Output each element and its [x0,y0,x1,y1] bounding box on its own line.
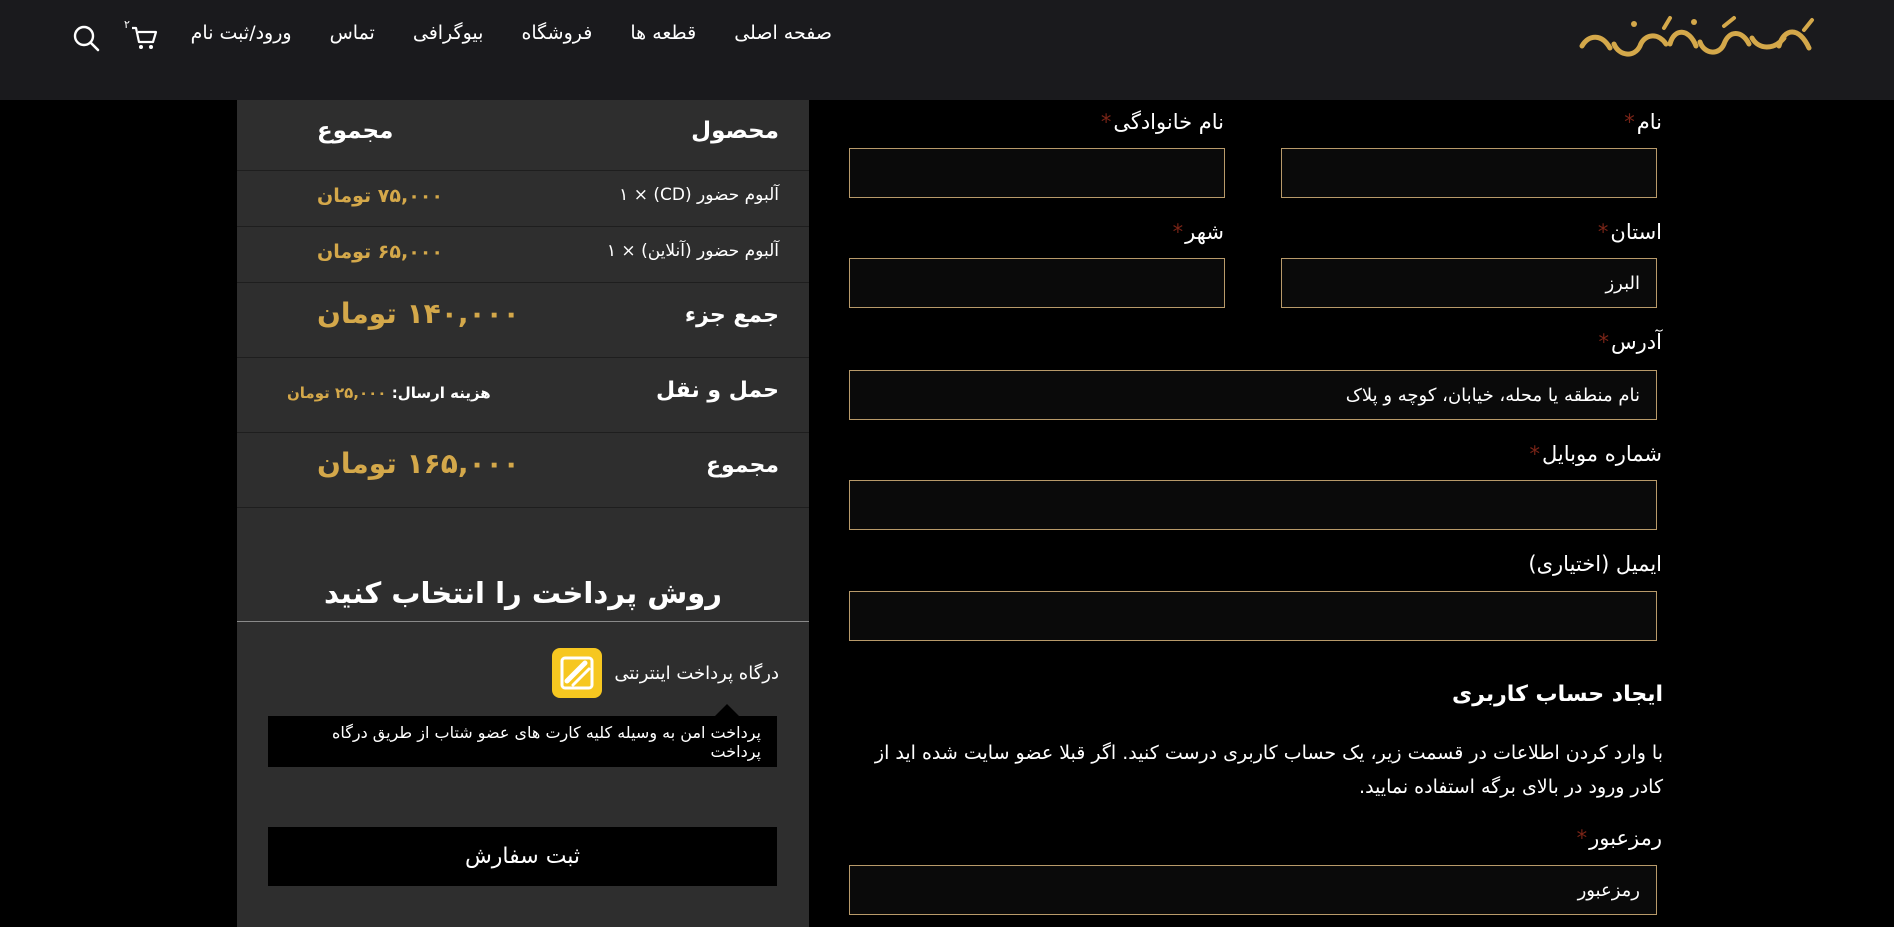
subtotal-row: جمع جزء ۱۴۰,۰۰۰ تومان [237,283,809,358]
zarinpal-icon [560,656,594,690]
order-table-header: محصول مجموع [237,100,809,171]
product-price: ۷۵,۰۰۰ تومان [317,185,443,207]
province-select[interactable]: البرز [1281,258,1657,308]
gateway-description: پرداخت امن به وسیله کلیه کارت های عضو شت… [268,704,777,767]
required-mark: * [1597,220,1609,244]
total-column-header: مجموع [317,118,394,144]
city-label: شهر* [1172,220,1224,244]
cart-count-badge: ۲ [124,18,130,31]
nav-biography[interactable]: بیوگرافی [413,22,484,44]
required-mark: * [1172,220,1184,244]
required-mark: * [1576,826,1588,850]
payment-method-title: روش پرداخت را انتخاب کنید [324,576,722,610]
shipping-cost-value: ۲۵,۰۰۰ تومان [287,384,387,402]
total-value: ۱۶۵,۰۰۰ تومان [317,447,520,480]
shipping-label: حمل و نقل [656,378,779,403]
shipping-cost-label: هزینه ارسال: [391,384,491,402]
password-field[interactable]: رمزعبور [849,865,1657,915]
mobile-field[interactable] [849,480,1657,530]
city-field[interactable] [849,258,1225,308]
place-order-button[interactable]: ثبت سفارش [268,827,777,886]
cart-button[interactable]: ۲ [124,18,158,52]
main-nav: صفحه اصلی قطعه ها فروشگاه بیوگرافی تماس … [191,22,832,44]
email-label: ایمیل (اختیاری) [1528,552,1662,576]
shipping-cost: هزینه ارسال: ۲۵,۰۰۰ تومان [287,384,491,402]
nav-login-register[interactable]: ورود/ثبت نام [191,22,292,44]
table-row: آلبوم حضور (CD) × ۱ ۷۵,۰۰۰ تومان [237,171,809,227]
first-name-label: نام* [1624,110,1662,134]
site-logo[interactable] [1574,8,1824,68]
product-price: ۶۵,۰۰۰ تومان [317,241,443,263]
table-row: آلبوم حضور (آنلاین) × ۱ ۶۵,۰۰۰ تومان [237,227,809,283]
payment-gateway-option[interactable]: درگاه پرداخت اینترنتی [552,648,779,698]
nav-pieces[interactable]: قطعه ها [630,22,696,44]
billing-form: نام* نام خانوادگی* استان* البرز شهر* آدر… [849,100,1663,927]
last-name-field[interactable] [849,148,1225,198]
search-icon [73,25,100,52]
address-field[interactable]: نام منطقه یا محله، خیابان، کوچه و پلاک [849,370,1657,420]
first-name-field[interactable] [1281,148,1657,198]
create-account-text: با وارد کردن اطلاعات در قسمت زیر، یک حسا… [874,742,1663,798]
nav-home[interactable]: صفحه اصلی [734,22,832,44]
create-account-title: ایجاد حساب کاربری [1452,682,1663,707]
subtotal-label: جمع جزء [684,303,779,328]
email-field[interactable] [849,591,1657,641]
address-label: آدرس* [1598,330,1662,354]
password-label: رمزعبور* [1576,826,1662,850]
header-icons: ۲ [72,18,158,52]
nav-shop[interactable]: فروشگاه [521,22,592,44]
required-mark: * [1529,442,1540,466]
required-mark: * [1624,110,1635,134]
product-name: آلبوم حضور (CD) × ۱ [619,185,779,205]
product-column-header: محصول [691,118,779,144]
divider [237,621,809,622]
gateway-label: درگاه پرداخت اینترنتی [614,662,779,684]
subtotal-value: ۱۴۰,۰۰۰ تومان [317,297,520,330]
last-name-label: نام خانوادگی* [1100,110,1224,134]
province-label: استان* [1597,220,1662,244]
total-label: مجموع [705,453,779,478]
cart-icon [132,26,158,49]
required-mark: * [1598,330,1610,354]
required-mark: * [1100,110,1112,134]
site-header: صفحه اصلی قطعه ها فروشگاه بیوگرافی تماس … [0,0,1894,100]
search-button[interactable] [72,24,100,52]
total-row: مجموع ۱۶۵,۰۰۰ تومان [237,433,809,508]
order-summary: محصول مجموع آلبوم حضور (CD) × ۱ ۷۵,۰۰۰ ت… [237,100,809,927]
nav-contact[interactable]: تماس [330,22,375,44]
mobile-label: شماره موبایل* [1529,442,1662,466]
gateway-logo-icon [552,648,603,698]
product-name: آلبوم حضور (آنلاین) × ۱ [606,241,779,261]
shipping-row: حمل و نقل هزینه ارسال: ۲۵,۰۰۰ تومان [237,358,809,433]
